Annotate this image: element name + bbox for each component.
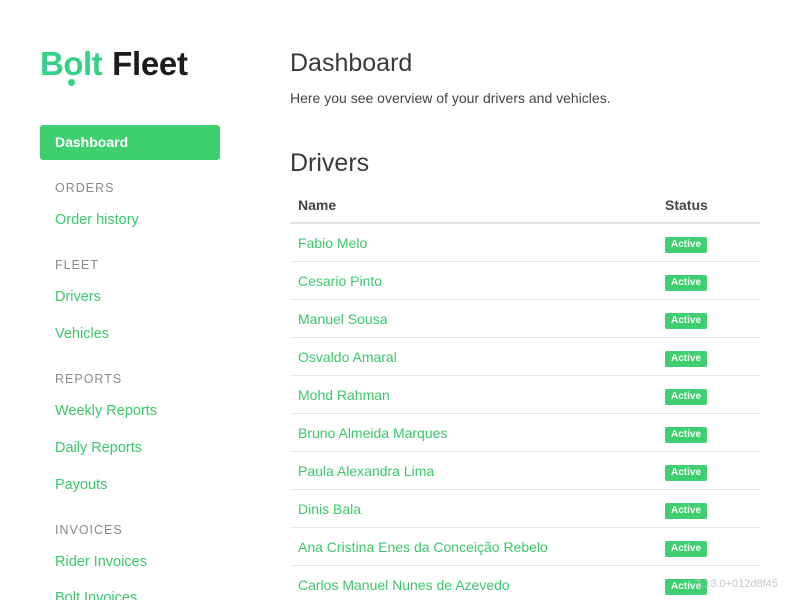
driver-name-link[interactable]: Carlos Manuel Nunes de Azevedo bbox=[298, 577, 510, 593]
sidebar-item-daily-reports[interactable]: Daily Reports bbox=[55, 440, 142, 456]
sidebar-item-vehicles[interactable]: Vehicles bbox=[55, 326, 109, 342]
drivers-section-title: Drivers bbox=[290, 149, 370, 177]
table-row: Dinis Bala Active bbox=[290, 490, 760, 528]
sidebar: Bolt Fleet Dashboard ORDERS Order histor… bbox=[0, 0, 260, 600]
table-row: Fabio Melo Active bbox=[290, 224, 760, 262]
drivers-table-header: Name Status bbox=[290, 186, 760, 224]
status-badge: Active bbox=[665, 237, 708, 253]
page-title: Dashboard bbox=[290, 49, 413, 77]
page-subtitle: Here you see overview of your drivers an… bbox=[290, 90, 611, 106]
status-badge: Active bbox=[665, 503, 708, 519]
sidebar-item-order-history[interactable]: Order history bbox=[55, 212, 139, 228]
status-badge: Active bbox=[665, 351, 708, 367]
main-content: Dashboard Here you see overview of your … bbox=[290, 0, 760, 600]
status-badge: Active bbox=[665, 275, 708, 291]
table-row: Osvaldo Amaral Active bbox=[290, 338, 760, 376]
driver-name-link[interactable]: Fabio Melo bbox=[298, 235, 367, 251]
sidebar-section-orders: ORDERS bbox=[55, 181, 115, 195]
sidebar-item-drivers[interactable]: Drivers bbox=[55, 289, 101, 305]
column-header-name: Name bbox=[298, 197, 337, 213]
table-row: Carlos Manuel Nunes de Azevedo Active bbox=[290, 566, 760, 600]
status-badge: Active bbox=[665, 427, 708, 443]
sidebar-item-rider-invoices[interactable]: Rider Invoices bbox=[55, 554, 147, 570]
table-row: Ana Cristina Enes da Conceição Rebelo Ac… bbox=[290, 528, 760, 566]
sidebar-item-bolt-invoices[interactable]: Bolt Invoices bbox=[55, 590, 137, 600]
driver-name-link[interactable]: Osvaldo Amaral bbox=[298, 349, 397, 365]
status-badge: Active bbox=[665, 541, 708, 557]
sidebar-section-invoices: INVOICES bbox=[55, 523, 123, 537]
table-row: Paula Alexandra Lima Active bbox=[290, 452, 760, 490]
app-root: Bolt Fleet Dashboard ORDERS Order histor… bbox=[0, 0, 800, 600]
table-row: Cesario Pinto Active bbox=[290, 262, 760, 300]
sidebar-item-payouts[interactable]: Payouts bbox=[55, 477, 107, 493]
sidebar-item-weekly-reports[interactable]: Weekly Reports bbox=[55, 403, 157, 419]
logo-brand: Bolt bbox=[40, 44, 103, 86]
sidebar-section-fleet: FLEET bbox=[55, 258, 99, 272]
drivers-table: Name Status Fabio Melo Active Cesario Pi… bbox=[290, 186, 760, 600]
driver-name-link[interactable]: Bruno Almeida Marques bbox=[298, 425, 447, 441]
status-badge: Active bbox=[665, 389, 708, 405]
logo-product: Fleet bbox=[112, 45, 188, 82]
logo-dot-icon bbox=[68, 79, 75, 86]
driver-name-link[interactable]: Mohd Rahman bbox=[298, 387, 390, 403]
sidebar-section-reports: REPORTS bbox=[55, 372, 123, 386]
table-row: Bruno Almeida Marques Active bbox=[290, 414, 760, 452]
table-row: Mohd Rahman Active bbox=[290, 376, 760, 414]
driver-name-link[interactable]: Dinis Bala bbox=[298, 501, 361, 517]
driver-name-link[interactable]: Paula Alexandra Lima bbox=[298, 463, 434, 479]
version-label: 2.13.0+012d8f45 bbox=[695, 578, 778, 590]
logo-brand-text: Bolt bbox=[40, 45, 103, 82]
logo[interactable]: Bolt Fleet bbox=[40, 44, 188, 88]
driver-name-link[interactable]: Manuel Sousa bbox=[298, 311, 388, 327]
column-header-status: Status bbox=[665, 197, 708, 213]
sidebar-item-dashboard[interactable]: Dashboard bbox=[40, 125, 220, 160]
status-badge: Active bbox=[665, 465, 708, 481]
status-badge: Active bbox=[665, 313, 708, 329]
driver-name-link[interactable]: Cesario Pinto bbox=[298, 273, 382, 289]
driver-name-link[interactable]: Ana Cristina Enes da Conceição Rebelo bbox=[298, 539, 548, 555]
table-row: Manuel Sousa Active bbox=[290, 300, 760, 338]
